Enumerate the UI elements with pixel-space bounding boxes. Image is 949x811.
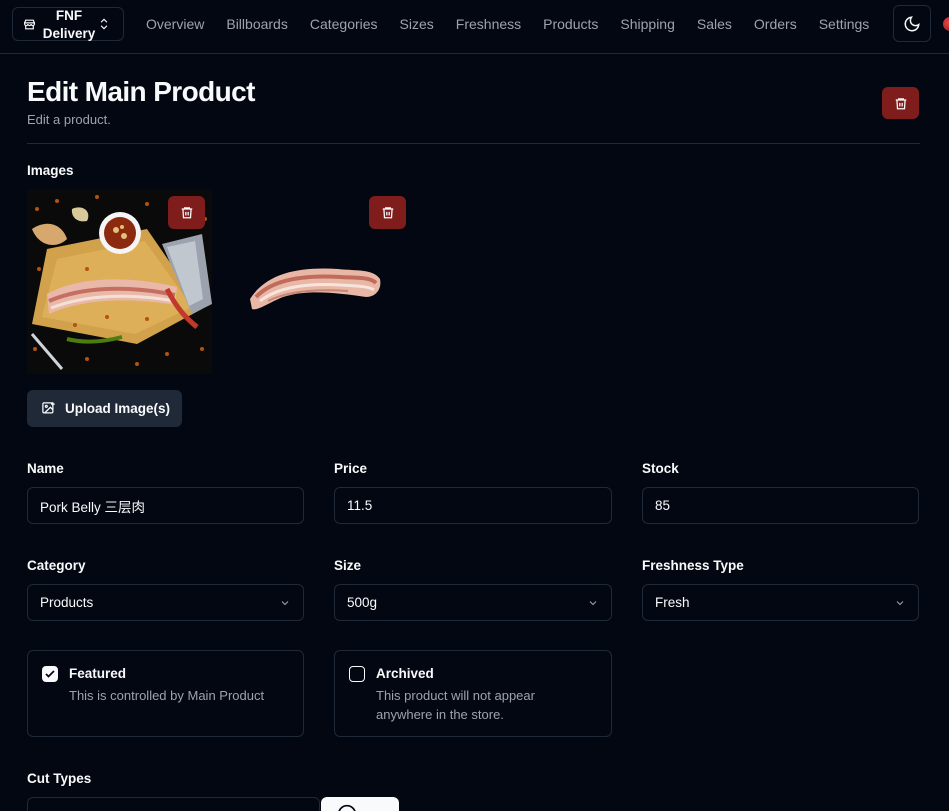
name-input[interactable]: Pork Belly 三层肉 [27,487,304,524]
top-navbar: FNF Delivery Overview Billboards Categor… [0,0,949,54]
upload-images-button[interactable]: Upload Image(s) [27,390,182,427]
chevron-down-icon [896,601,904,606]
archived-card: Archived This product will not appear an… [334,650,612,737]
upload-images-label: Upload Image(s) [65,401,171,416]
nav-products[interactable]: Products [543,16,598,32]
images-label: Images [27,163,74,178]
stock-input-value: 85 [655,498,671,513]
add-cut-type-button[interactable] [321,797,399,811]
page-title: Edit Main Product [27,76,255,107]
nav-shipping[interactable]: Shipping [620,16,675,32]
chevron-down-icon [589,601,597,606]
store-icon [24,19,35,30]
archived-title: Archived [376,666,434,681]
name-label: Name [27,461,64,476]
header-divider [27,143,920,144]
cut-types-label: Cut Types [27,771,92,786]
name-input-value: Pork Belly 三层肉 [40,499,146,515]
stock-input[interactable]: 85 [642,487,919,524]
freshness-select-value: Fresh [655,595,690,610]
archived-checkbox[interactable] [349,666,365,682]
featured-description: This is controlled by Main Product [69,688,265,703]
archived-description-line1: This product will not appear [376,688,535,703]
nav-sales[interactable]: Sales [697,16,732,32]
size-label: Size [334,558,362,573]
trash-icon [181,207,192,219]
trash-icon [382,207,393,219]
nav-categories[interactable]: Categories [310,16,378,32]
cut-type-input[interactable] [27,797,320,811]
moon-icon [904,15,920,31]
freshness-label: Freshness Type [642,558,744,573]
delete-product-button[interactable] [882,87,919,119]
price-input[interactable]: 11.5 [334,487,612,524]
category-select[interactable]: Products [27,584,304,621]
nav-orders[interactable]: Orders [754,16,797,32]
nav-settings[interactable]: Settings [819,16,870,32]
page-subtitle: Edit a product. [27,112,111,127]
archived-description: This product will not appear anywhere in… [376,686,535,724]
plus-circle-icon [338,804,356,811]
size-select[interactable]: 500g [334,584,612,621]
nav-sizes[interactable]: Sizes [400,16,434,32]
featured-checkbox[interactable] [42,666,58,682]
image-plus-icon [42,402,55,414]
trash-icon [895,97,906,109]
store-name: FNF Delivery [42,8,96,41]
category-select-value: Products [40,595,94,610]
delete-image-2-button[interactable] [369,196,406,229]
freshness-select[interactable]: Fresh [642,584,919,621]
store-switcher[interactable]: FNF Delivery [12,7,124,41]
archived-description-line2: anywhere in the store. [376,707,504,722]
main-nav: Overview Billboards Categories Sizes Fre… [146,0,891,48]
theme-toggle-button[interactable] [893,5,931,42]
featured-card: Featured This is controlled by Main Prod… [27,650,304,737]
category-label: Category [27,558,86,573]
chevrons-up-down-icon [100,18,108,30]
delete-image-1-button[interactable] [168,196,205,229]
featured-title: Featured [69,666,127,681]
price-input-value: 11.5 [347,498,373,513]
stock-label: Stock [642,461,679,476]
price-label: Price [334,461,368,476]
check-icon [45,670,55,678]
nav-overview[interactable]: Overview [146,16,204,32]
chevron-down-icon [281,601,289,606]
user-avatar[interactable] [943,17,949,31]
nav-freshness[interactable]: Freshness [456,16,521,32]
nav-billboards[interactable]: Billboards [226,16,287,32]
size-select-value: 500g [347,595,378,610]
